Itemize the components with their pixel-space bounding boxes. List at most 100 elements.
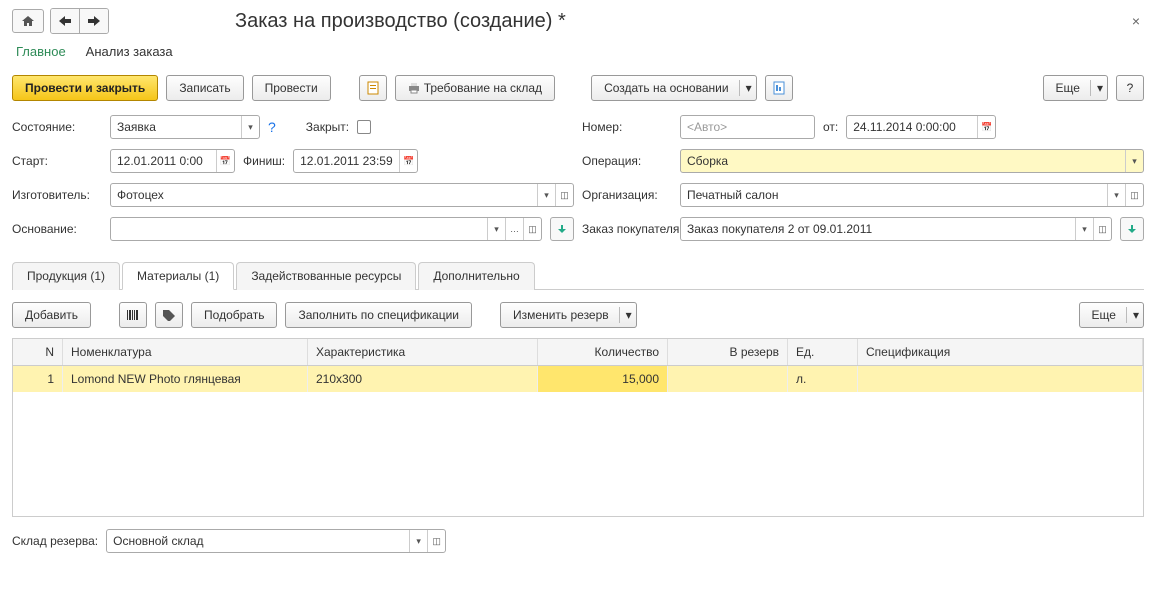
start-value: 12.01.2011 0:00 xyxy=(117,154,216,168)
bottom-row: Склад резерва: Основной склад ▾ ◫ xyxy=(12,529,1144,553)
closed-checkbox[interactable] xyxy=(357,120,371,134)
cell-reserve xyxy=(668,366,788,392)
table-row[interactable]: 1 Lomond NEW Photo глянцевая 210x300 15,… xyxy=(13,366,1143,392)
barcode-button[interactable] xyxy=(119,302,147,328)
save-button[interactable]: Записать xyxy=(166,75,243,101)
chevron-down-icon[interactable]: ▾ xyxy=(409,530,427,552)
col-unit[interactable]: Ед. xyxy=(788,339,858,365)
basis-field[interactable]: ▾ … ◫ xyxy=(110,217,542,241)
tag-button[interactable] xyxy=(155,302,183,328)
chevron-down-icon[interactable]: ▾ xyxy=(241,116,259,138)
open-icon[interactable]: ◫ xyxy=(523,218,541,240)
col-characteristic[interactable]: Характеристика xyxy=(308,339,538,365)
form-grid: Состояние: Заявка ▾ ? Закрыт: Номер: <Ав… xyxy=(12,115,1144,241)
label-finish: Финиш: xyxy=(243,154,285,168)
grid-more-label: Еще xyxy=(1092,308,1116,322)
grid-body[interactable]: 1 Lomond NEW Photo глянцевая 210x300 15,… xyxy=(13,366,1143,516)
col-nomenclature[interactable]: Номенклатура xyxy=(63,339,308,365)
tab-materials[interactable]: Материалы (1) xyxy=(122,262,234,290)
home-button[interactable] xyxy=(12,9,44,33)
manufacturer-field[interactable]: Фотоцех ▾ ◫ xyxy=(110,183,574,207)
label-start: Старт: xyxy=(12,154,102,168)
arrow-right-icon xyxy=(88,16,100,26)
label-basis: Основание: xyxy=(12,222,102,236)
chevron-down-icon[interactable]: ▾ xyxy=(1075,218,1093,240)
change-reserve-button[interactable]: Изменить резерв ▾ xyxy=(500,302,637,328)
grid-toolbar: Добавить Подобрать Заполнить по специфик… xyxy=(12,302,1144,328)
grid-more-button[interactable]: Еще ▾ xyxy=(1079,302,1144,328)
demand-button[interactable]: Требование на склад xyxy=(395,75,555,101)
add-button[interactable]: Добавить xyxy=(12,302,91,328)
cell-quantity: 15,000 xyxy=(538,366,668,392)
main-tabs: Главное Анализ заказа xyxy=(12,44,1144,59)
col-spec[interactable]: Спецификация xyxy=(858,339,1143,365)
cell-spec xyxy=(858,366,1143,392)
finish-field[interactable]: 12.01.2011 23:59 📅 xyxy=(293,149,418,173)
open-icon[interactable]: ◫ xyxy=(1093,218,1111,240)
label-from: от: xyxy=(823,120,838,134)
operation-value: Сборка xyxy=(687,154,1125,168)
chevron-down-icon: ▾ xyxy=(739,80,752,96)
label-closed: Закрыт: xyxy=(306,120,349,134)
chevron-down-icon: ▾ xyxy=(1090,80,1103,96)
operation-field[interactable]: Сборка ▾ xyxy=(680,149,1144,173)
organization-field[interactable]: Печатный салон ▾ ◫ xyxy=(680,183,1144,207)
open-icon[interactable]: ◫ xyxy=(427,530,445,552)
label-manufacturer: Изготовитель: xyxy=(12,188,102,202)
label-reserve-warehouse: Склад резерва: xyxy=(12,534,98,548)
post-close-button[interactable]: Провести и закрыть xyxy=(12,75,158,101)
tab-additional[interactable]: Дополнительно xyxy=(418,262,534,290)
label-state: Состояние: xyxy=(12,120,102,134)
nav-group xyxy=(50,8,109,34)
reserve-warehouse-field[interactable]: Основной склад ▾ ◫ xyxy=(106,529,446,553)
chevron-down-icon[interactable]: ▾ xyxy=(1125,150,1143,172)
reserve-warehouse-value: Основной склад xyxy=(113,534,409,548)
label-number: Номер: xyxy=(582,120,672,134)
tab-products[interactable]: Продукция (1) xyxy=(12,262,120,290)
col-reserve[interactable]: В резерв xyxy=(668,339,788,365)
chevron-down-icon[interactable]: ▾ xyxy=(487,218,505,240)
customer-order-field[interactable]: Заказ покупателя 2 от 09.01.2011 ▾ ◫ xyxy=(680,217,1112,241)
col-n[interactable]: N xyxy=(13,339,63,365)
grid-header: N Номенклатура Характеристика Количество… xyxy=(13,339,1143,366)
tab-resources[interactable]: Задействованные ресурсы xyxy=(236,262,416,290)
fill-order-button[interactable] xyxy=(1120,217,1144,241)
report-button[interactable] xyxy=(765,75,793,101)
state-field[interactable]: Заявка ▾ xyxy=(110,115,260,139)
date-field[interactable]: 24.11.2014 0:00:00 📅 xyxy=(846,115,996,139)
report-icon xyxy=(772,81,786,95)
sub-tabs: Продукция (1) Материалы (1) Задействован… xyxy=(12,261,1144,290)
state-help-link[interactable]: ? xyxy=(268,119,276,135)
fill-icon xyxy=(1126,223,1138,235)
close-button[interactable]: × xyxy=(1128,9,1144,33)
open-icon[interactable]: ◫ xyxy=(1125,184,1143,206)
fill-basis-button[interactable] xyxy=(550,217,574,241)
print-icon xyxy=(408,82,420,94)
calendar-icon[interactable]: 📅 xyxy=(977,116,995,138)
fill-spec-button[interactable]: Заполнить по спецификации xyxy=(285,302,472,328)
tab-main[interactable]: Главное xyxy=(16,44,66,59)
help-button[interactable]: ? xyxy=(1116,75,1144,101)
more-button[interactable]: Еще ▾ xyxy=(1043,75,1108,101)
ellipsis-icon[interactable]: … xyxy=(505,218,523,240)
calendar-icon[interactable]: 📅 xyxy=(399,150,417,172)
start-field[interactable]: 12.01.2011 0:00 📅 xyxy=(110,149,235,173)
structure-button[interactable] xyxy=(359,75,387,101)
back-button[interactable] xyxy=(51,9,80,33)
open-icon[interactable]: ◫ xyxy=(555,184,573,206)
number-field[interactable]: <Авто> xyxy=(680,115,815,139)
chevron-down-icon: ▾ xyxy=(619,307,632,323)
pick-button[interactable]: Подобрать xyxy=(191,302,277,328)
tab-analysis[interactable]: Анализ заказа xyxy=(86,44,173,59)
chevron-down-icon[interactable]: ▾ xyxy=(537,184,555,206)
forward-button[interactable] xyxy=(80,9,108,33)
label-organization: Организация: xyxy=(582,188,672,202)
customer-order-value: Заказ покупателя 2 от 09.01.2011 xyxy=(687,222,1075,236)
post-button[interactable]: Провести xyxy=(252,75,331,101)
barcode-icon xyxy=(126,309,140,321)
calendar-icon[interactable]: 📅 xyxy=(216,150,234,172)
chevron-down-icon[interactable]: ▾ xyxy=(1107,184,1125,206)
col-quantity[interactable]: Количество xyxy=(538,339,668,365)
label-customer-order: Заказ покупателя: xyxy=(582,222,672,236)
create-based-button[interactable]: Создать на основании ▾ xyxy=(591,75,757,101)
